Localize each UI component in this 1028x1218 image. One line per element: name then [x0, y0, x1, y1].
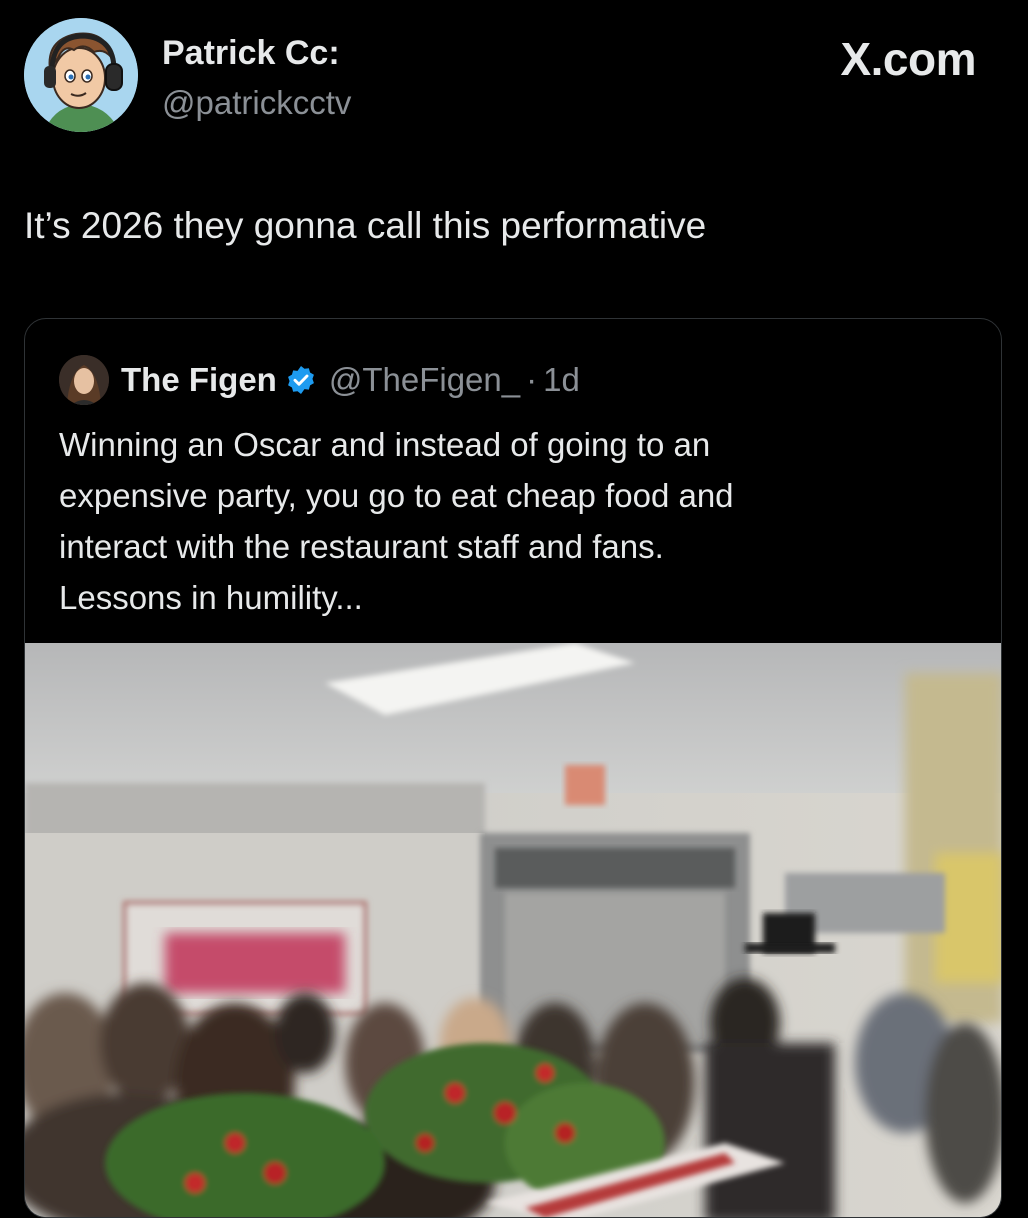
quoted-text-line: interact with the restaurant staff and f… [59, 528, 664, 565]
author-avatar[interactable] [24, 18, 138, 132]
post-text: It’s 2026 they gonna call this performat… [24, 205, 707, 246]
portrait-avatar-icon [59, 355, 109, 405]
quoted-post-card[interactable]: The Figen @TheFigen_ · 1d Winning an Osc… [24, 318, 1002, 1218]
site-label: X.com [840, 33, 976, 85]
author-handle[interactable]: @patrickcctv [162, 84, 351, 122]
author-name[interactable]: Patrick Cc: [162, 34, 340, 73]
cartoon-avatar-icon [24, 18, 138, 132]
quoted-author-handle[interactable]: @TheFigen_ [329, 361, 520, 399]
verified-badge-icon [285, 364, 317, 396]
quoted-text-line: Winning an Oscar and instead of going to… [59, 426, 711, 463]
quoted-post-time[interactable]: 1d [543, 361, 580, 399]
quoted-post-header: The Figen @TheFigen_ · 1d [59, 353, 580, 407]
quoted-text-line: expensive party, you go to eat cheap foo… [59, 477, 734, 514]
separator-dot: · [526, 361, 538, 398]
quoted-text-line: Lessons in humility... [59, 579, 363, 616]
quoted-author-name[interactable]: The Figen [121, 361, 277, 399]
quoted-post-media[interactable] [25, 643, 1001, 1217]
quoted-author-avatar[interactable] [59, 355, 109, 405]
quoted-post-text: Winning an Oscar and instead of going to… [59, 419, 979, 623]
post-header: Patrick Cc: @patrickcctv X.com [24, 18, 1004, 138]
media-image [25, 643, 1001, 1217]
